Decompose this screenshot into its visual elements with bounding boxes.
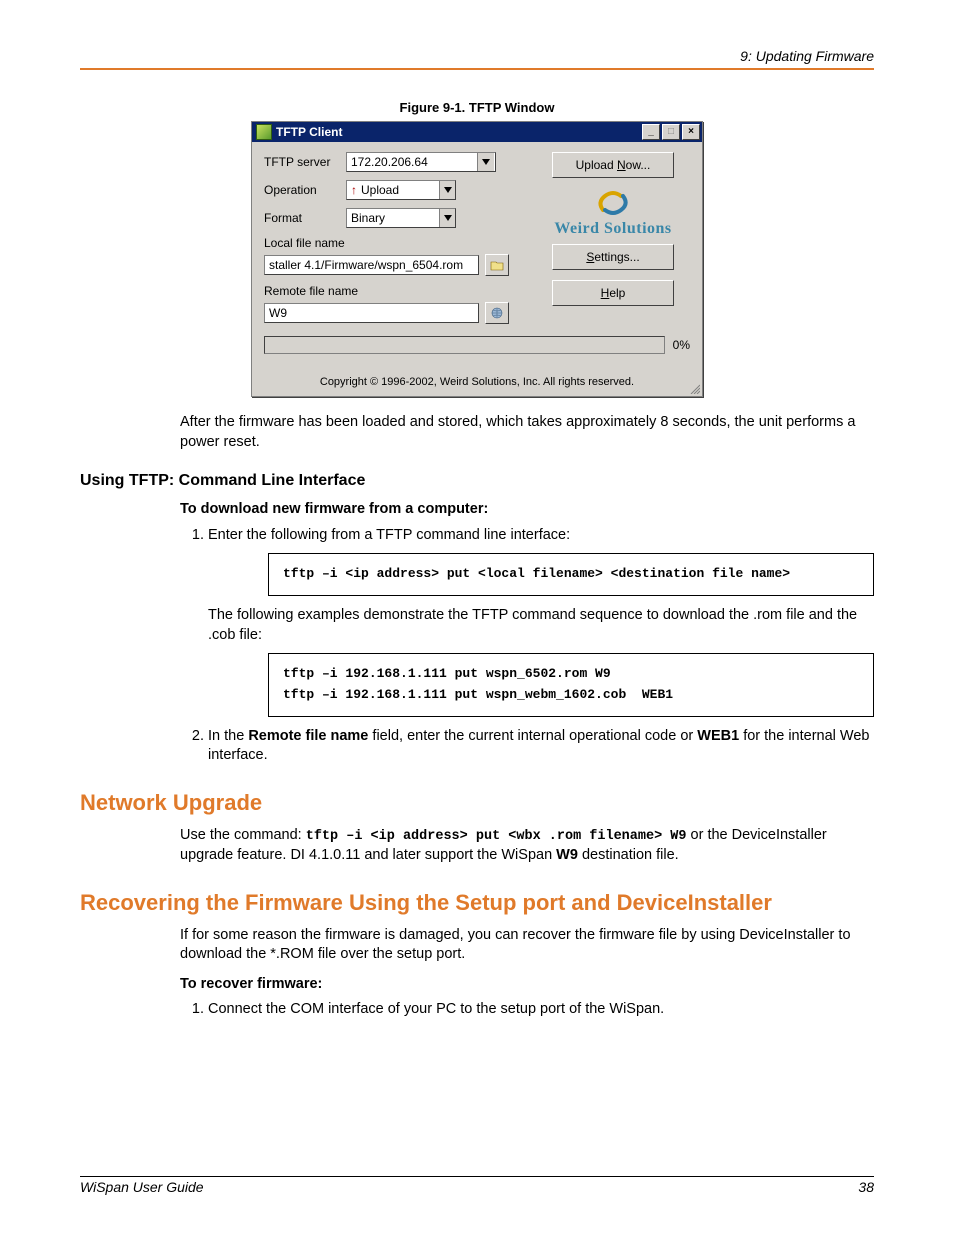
upload-arrow-icon: ↑ — [351, 183, 357, 197]
subhead-cli: Using TFTP: Command Line Interface — [80, 472, 874, 490]
globe-icon — [490, 307, 504, 319]
after-code-1: The following examples demonstrate the T… — [208, 607, 857, 643]
format-label: Format — [264, 211, 346, 225]
browse-local-button[interactable] — [485, 254, 509, 276]
format-combo[interactable]: Binary — [346, 208, 456, 228]
local-file-input[interactable] — [265, 256, 476, 274]
heading-recover-firmware: Recovering the Firmware Using the Setup … — [80, 890, 874, 916]
footer-page-number: 38 — [858, 1179, 874, 1195]
step-1: Enter the following from a TFTP command … — [208, 526, 874, 717]
footer-left: WiSpan User Guide — [80, 1179, 204, 1195]
heading-network-upgrade: Network Upgrade — [80, 790, 874, 816]
local-file-field[interactable] — [264, 255, 479, 275]
operation-combo[interactable]: ↑ Upload — [346, 180, 456, 200]
network-upgrade-paragraph: Use the command: tftp –i <ip address> pu… — [180, 826, 874, 866]
step2-d: WEB1 — [697, 728, 739, 744]
page-header: 9: Updating Firmware — [80, 48, 874, 68]
page-footer: WiSpan User Guide 38 — [80, 1176, 874, 1195]
remote-file-label: Remote file name — [264, 284, 358, 298]
window-title: TFTP Client — [276, 125, 342, 139]
step-1-text: Enter the following from a TFTP command … — [208, 527, 570, 543]
swirl-icon — [593, 188, 633, 218]
tftp-client-window: TFTP Client _ □ × TFTP server Operation — [251, 121, 703, 397]
figure-caption: Figure 9-1. TFTP Window — [80, 100, 874, 115]
upload-now-button[interactable]: Upload Now... — [552, 152, 674, 178]
lead-download: To download new firmware from a computer… — [180, 500, 874, 520]
paragraph-after-load: After the firmware has been loaded and s… — [180, 413, 874, 452]
progress-percent: 0% — [673, 338, 690, 352]
code-box-2: tftp –i 192.168.1.111 put wspn_6502.rom … — [268, 653, 874, 717]
tftp-server-combo[interactable] — [346, 152, 496, 172]
operation-value: Upload — [361, 183, 399, 197]
step2-c: field, enter the current internal operat… — [368, 728, 697, 744]
titlebar[interactable]: TFTP Client _ □ × — [252, 122, 702, 142]
dropdown-arrow-icon[interactable] — [439, 181, 455, 199]
net-c: W9 — [556, 847, 578, 863]
folder-open-icon — [490, 259, 504, 271]
step-2: In the Remote file name field, enter the… — [208, 727, 874, 766]
minimize-button[interactable]: _ — [642, 124, 660, 140]
local-file-label: Local file name — [264, 236, 345, 250]
progress-bar — [264, 336, 665, 354]
format-value: Binary — [347, 211, 439, 225]
net-code: tftp –i <ip address> put <wbx .rom filen… — [306, 829, 687, 844]
header-rule — [80, 68, 874, 70]
vendor-name: Weird Solutions — [538, 220, 688, 238]
vendor-logo: Weird Solutions — [538, 188, 688, 238]
operation-label: Operation — [264, 183, 346, 197]
dropdown-arrow-icon[interactable] — [477, 153, 494, 171]
tftp-server-input[interactable] — [347, 153, 477, 171]
step2-b: Remote file name — [248, 728, 368, 744]
recover-step-1: Connect the COM interface of your PC to … — [208, 1000, 874, 1020]
code-box-1: tftp –i <ip address> put <local filename… — [268, 553, 874, 596]
net-d: destination file. — [578, 847, 679, 863]
remote-file-input[interactable] — [265, 304, 476, 322]
copyright-text: Copyright © 1996-2002, Weird Solutions, … — [264, 376, 690, 388]
close-button[interactable]: × — [682, 124, 700, 140]
browse-remote-button[interactable] — [485, 302, 509, 324]
help-button[interactable]: Help — [552, 280, 674, 306]
maximize-button: □ — [662, 124, 680, 140]
dropdown-arrow-icon[interactable] — [439, 209, 455, 227]
settings-button[interactable]: Settings... — [552, 244, 674, 270]
resize-grip-icon[interactable] — [688, 382, 700, 394]
remote-file-field[interactable] — [264, 303, 479, 323]
app-icon — [256, 124, 272, 140]
footer-rule — [80, 1176, 874, 1177]
recover-paragraph: If for some reason the firmware is damag… — [180, 926, 874, 965]
lead-recover: To recover firmware: — [180, 975, 874, 995]
net-a: Use the command: — [180, 827, 306, 843]
tftp-server-label: TFTP server — [264, 155, 346, 169]
step2-a: In the — [208, 728, 248, 744]
